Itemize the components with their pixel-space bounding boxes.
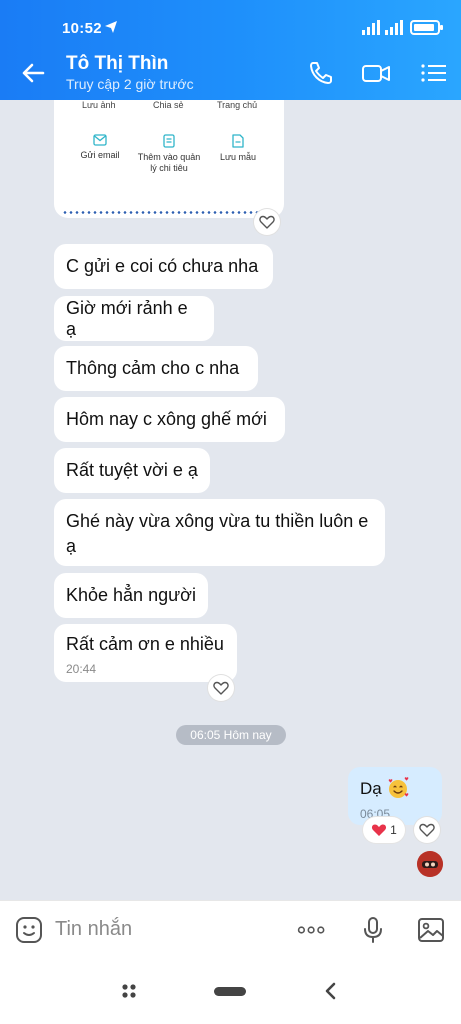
card-top-actions: Lưu ảnh Chia sẻ Trang chủ: [54, 100, 284, 118]
react-heart-button[interactable]: [208, 675, 234, 701]
message-timestamp: 20:44: [66, 662, 97, 676]
system-nav-bar: [0, 958, 461, 1024]
card-dotted-edge: [62, 211, 258, 214]
smiling-face-with-hearts-icon: [388, 777, 409, 798]
message-text: Dạ: [360, 779, 382, 798]
save-template-action[interactable]: Lưu mẫu: [206, 134, 270, 163]
react-heart-button[interactable]: [414, 817, 440, 843]
heart-filled-icon: [372, 824, 387, 836]
send-email-label: Gửi email: [80, 150, 120, 160]
more-options-icon[interactable]: [297, 915, 327, 945]
mail-icon: [93, 134, 107, 146]
seen-avatar: [417, 851, 443, 877]
share-label[interactable]: Chia sẻ: [153, 100, 184, 110]
add-to-expense-action[interactable]: Thêm vào quản lý chi tiêu: [137, 134, 201, 174]
microphone-icon[interactable]: [358, 915, 388, 945]
home-label[interactable]: Trang chủ: [217, 100, 257, 110]
message-text: Thông cảm cho c nha: [66, 358, 240, 378]
contact-name[interactable]: Tô Thị Thìn: [66, 53, 168, 75]
message-bubble[interactable]: Hôm nay c xông ghế mới: [54, 397, 285, 442]
message-bubble[interactable]: Khỏe hẳn người: [54, 573, 208, 618]
message-bubble[interactable]: Rất tuyệt vời e ạ: [54, 448, 210, 493]
status-time: 10:52: [62, 20, 102, 37]
message-text: C gửi e coi có chưa nha: [66, 256, 259, 276]
message-text: Khỏe hẳn người: [66, 585, 196, 605]
reaction-count: 1: [390, 823, 397, 837]
battery-icon: [410, 20, 443, 35]
message-bubble[interactable]: Thông cảm cho c nha: [54, 346, 258, 391]
phone-call-icon[interactable]: [306, 58, 336, 88]
heart-outline-icon: [259, 215, 275, 229]
message-bubble[interactable]: Rất cảm ơn e nhiều 20:44: [54, 624, 237, 682]
shared-transfer-card[interactable]: Lưu ảnh Chia sẻ Trang chủ Gửi email Thêm…: [54, 100, 284, 218]
save-template-label: Lưu mẫu: [219, 152, 257, 162]
video-call-icon[interactable]: [361, 58, 391, 88]
react-heart-button[interactable]: [254, 209, 280, 235]
signal-icon: [385, 20, 405, 35]
menu-list-icon[interactable]: [418, 58, 448, 88]
heart-outline-icon: [419, 823, 435, 837]
message-text: Rất tuyệt vời e ạ: [66, 460, 198, 480]
add-to-expense-label: Thêm vào quản lý chi tiêu: [137, 152, 201, 173]
message-text: Ghé này vừa xông vừa tu thiền luôn e ạ: [66, 511, 369, 556]
recent-apps-icon[interactable]: [114, 976, 144, 1006]
reaction-count-badge[interactable]: 1: [363, 817, 405, 843]
message-input-bar: Tin nhắn: [0, 900, 461, 958]
back-arrow-icon[interactable]: [18, 58, 48, 88]
emoji-sticker-icon[interactable]: [14, 915, 44, 945]
heart-outline-icon: [213, 681, 229, 695]
message-input[interactable]: Tin nhắn: [55, 918, 132, 941]
chat-header: 10:52 Tô Thị Thìn Truy cập 2 giờ trước: [0, 0, 461, 100]
message-bubble[interactable]: C gửi e coi có chưa nha: [54, 244, 273, 289]
signal-icon: [362, 20, 382, 35]
message-text: Hôm nay c xông ghế mới: [66, 409, 267, 429]
message-bubble[interactable]: Ghé này vừa xông vừa tu thiền luôn e ạ: [54, 499, 385, 566]
status-bar: 10:52: [0, 0, 461, 40]
message-text: Rất cảm ơn e nhiều: [66, 634, 224, 654]
save-image-label[interactable]: Lưu ảnh: [82, 100, 116, 110]
last-seen-status: Truy cập 2 giờ trước: [66, 76, 194, 92]
message-bubble[interactable]: Giờ mới rảnh e ạ: [54, 296, 214, 341]
home-icon[interactable]: [213, 976, 247, 1006]
back-nav-icon[interactable]: [316, 976, 346, 1006]
message-text: Giờ mới rảnh e ạ: [66, 297, 188, 339]
telegram-icon: [105, 21, 117, 33]
date-separator: 06:05 Hôm nay: [176, 725, 286, 745]
image-gallery-icon[interactable]: [416, 915, 446, 945]
document-icon: [232, 134, 244, 148]
send-email-action[interactable]: Gửi email: [68, 134, 132, 161]
ledger-icon: [163, 134, 175, 148]
